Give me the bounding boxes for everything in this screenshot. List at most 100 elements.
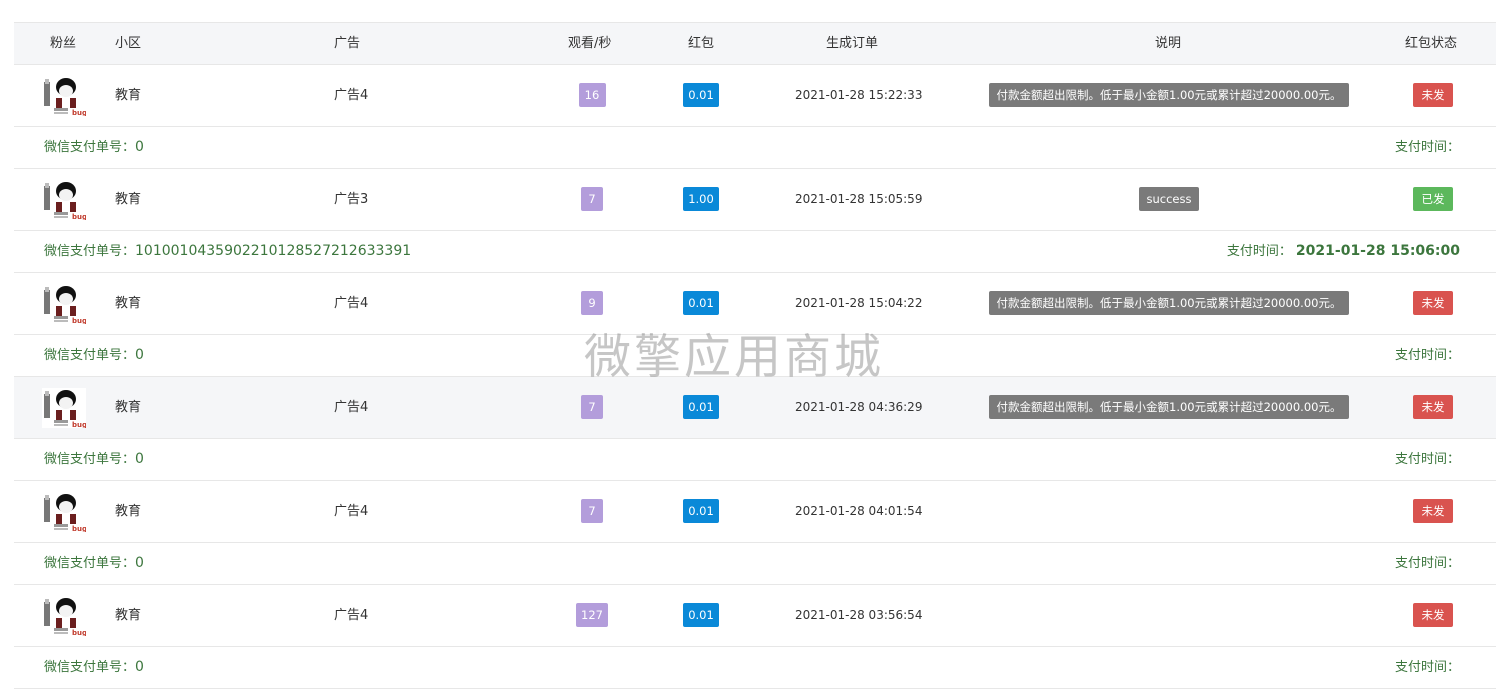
wx-pay-number-value: 1010010435902210128527212633391 xyxy=(135,243,412,259)
table-row: bug 教育 广告4 7 0.01 2021-01-28 04:36:29 付款… xyxy=(14,377,1496,439)
views-badge: 9 xyxy=(581,291,603,315)
red-packet-badge: 0.01 xyxy=(683,395,719,419)
pay-time: 支付时间： 2021-01-28 15:06:00 xyxy=(1227,231,1460,272)
pay-time-label: 支付时间： xyxy=(1394,660,1460,675)
order-time-cell: 2021-01-28 15:04:22 xyxy=(795,296,923,310)
ad-cell: 广告4 xyxy=(334,296,369,311)
ad-cell: 广告3 xyxy=(334,192,369,207)
views-badge: 7 xyxy=(581,187,603,211)
payment-info-row: 微信支付单号：1010010435902210128527212633391 支… xyxy=(14,231,1496,273)
community-cell: 教育 xyxy=(115,192,142,207)
payment-info-row: 微信支付单号：0 支付时间： xyxy=(14,543,1496,585)
avatar[interactable]: bug xyxy=(42,388,87,429)
ad-cell: 广告4 xyxy=(334,88,369,103)
svg-text:bug: bug xyxy=(72,213,86,220)
pay-time: 支付时间： xyxy=(1395,647,1460,688)
table-header: 粉丝 小区 广告 观看/秒 红包 生成订单 说明 红包状态 xyxy=(14,23,1496,65)
svg-text:bug: bug xyxy=(72,317,86,324)
avatar[interactable]: bug xyxy=(42,596,87,637)
status-badge: 未发 xyxy=(1413,83,1453,107)
community-cell: 教育 xyxy=(115,88,142,103)
red-packet-table: 粉丝 小区 广告 观看/秒 红包 生成订单 说明 红包状态 bug 教育 广告4… xyxy=(14,22,1496,689)
pay-time-label: 支付时间： xyxy=(1394,348,1460,363)
table-row: bug 教育 广告3 7 1.00 2021-01-28 15:05:59 su… xyxy=(14,169,1496,231)
order-time-cell: 2021-01-28 03:56:54 xyxy=(795,608,923,622)
wx-pay-number-value: 0 xyxy=(135,555,144,571)
views-badge: 16 xyxy=(578,83,606,107)
col-header-note[interactable]: 说明 xyxy=(1155,23,1181,64)
wx-pay-number: 微信支付单号：0 xyxy=(44,543,144,584)
note-badge: success xyxy=(1138,187,1200,211)
note-badge: 付款金额超出限制。低于最小金额1.00元或累计超过20000.00元。 xyxy=(988,291,1350,315)
ad-cell: 广告4 xyxy=(334,400,369,415)
red-packet-badge: 0.01 xyxy=(683,499,719,523)
status-badge: 未发 xyxy=(1413,395,1453,419)
table-row: bug 教育 广告4 127 0.01 2021-01-28 03:56:54 … xyxy=(14,585,1496,647)
col-header-ad[interactable]: 广告 xyxy=(334,23,360,64)
wx-pay-number: 微信支付单号：0 xyxy=(44,439,144,480)
community-cell: 教育 xyxy=(115,504,142,519)
status-badge: 未发 xyxy=(1413,499,1453,523)
red-packet-badge: 0.01 xyxy=(683,291,719,315)
pay-time: 支付时间： xyxy=(1395,127,1460,168)
pay-time: 支付时间： xyxy=(1395,335,1460,376)
status-badge: 未发 xyxy=(1413,603,1453,627)
red-packet-badge: 0.01 xyxy=(683,603,719,627)
wx-pay-label: 微信支付单号： xyxy=(44,244,136,259)
svg-text:bug: bug xyxy=(72,421,86,428)
views-badge: 127 xyxy=(576,603,608,627)
pay-time-label: 支付时间： xyxy=(1394,556,1460,571)
pay-time-label: 支付时间： xyxy=(1394,140,1460,155)
payment-info-row: 微信支付单号：0 支付时间： xyxy=(14,439,1496,481)
note-badge: 付款金额超出限制。低于最小金额1.00元或累计超过20000.00元。 xyxy=(988,395,1350,419)
avatar[interactable]: bug xyxy=(42,180,87,221)
wx-pay-label: 微信支付单号： xyxy=(44,140,136,155)
avatar[interactable]: bug xyxy=(42,284,87,325)
community-cell: 教育 xyxy=(115,296,142,311)
wx-pay-label: 微信支付单号： xyxy=(44,660,136,675)
ad-cell: 广告4 xyxy=(334,608,369,623)
svg-text:bug: bug xyxy=(72,629,86,636)
order-time-cell: 2021-01-28 04:36:29 xyxy=(795,400,923,414)
views-badge: 7 xyxy=(581,395,603,419)
payment-info-row: 微信支付单号：0 支付时间： xyxy=(14,127,1496,169)
svg-text:bug: bug xyxy=(72,109,86,116)
table-row: bug 教育 广告4 7 0.01 2021-01-28 04:01:54 未发 xyxy=(14,481,1496,543)
table-row: bug 教育 广告4 16 0.01 2021-01-28 15:22:33 付… xyxy=(14,65,1496,127)
avatar[interactable]: bug xyxy=(42,492,87,533)
order-time-cell: 2021-01-28 04:01:54 xyxy=(795,504,923,518)
col-header-views[interactable]: 观看/秒 xyxy=(568,23,611,64)
community-cell: 教育 xyxy=(115,400,142,415)
col-header-order-time[interactable]: 生成订单 xyxy=(826,23,878,64)
pay-time: 支付时间： xyxy=(1395,543,1460,584)
col-header-fans[interactable]: 粉丝 xyxy=(50,23,76,64)
pay-time-value: 2021-01-28 15:06:00 xyxy=(1295,243,1460,259)
pay-time-label: 支付时间： xyxy=(1226,244,1292,259)
wx-pay-number-value: 0 xyxy=(135,139,144,155)
community-cell: 教育 xyxy=(115,608,142,623)
svg-text:bug: bug xyxy=(72,525,86,532)
wx-pay-number: 微信支付单号：0 xyxy=(44,335,144,376)
payment-info-row: 微信支付单号：0 支付时间： xyxy=(14,335,1496,377)
ad-cell: 广告4 xyxy=(334,504,369,519)
col-header-community[interactable]: 小区 xyxy=(115,23,141,64)
wx-pay-label: 微信支付单号： xyxy=(44,348,136,363)
avatar[interactable]: bug xyxy=(42,76,87,117)
pay-time-label: 支付时间： xyxy=(1394,452,1460,467)
wx-pay-label: 微信支付单号： xyxy=(44,452,136,467)
col-header-red-packet[interactable]: 红包 xyxy=(688,23,714,64)
wx-pay-number-value: 0 xyxy=(135,659,144,675)
order-time-cell: 2021-01-28 15:05:59 xyxy=(795,192,923,206)
wx-pay-number: 微信支付单号：0 xyxy=(44,647,144,688)
red-packet-badge: 0.01 xyxy=(683,83,719,107)
payment-info-row: 微信支付单号：0 支付时间： xyxy=(14,647,1496,689)
wx-pay-number-value: 0 xyxy=(135,451,144,467)
pay-time: 支付时间： xyxy=(1395,439,1460,480)
status-badge: 未发 xyxy=(1413,291,1453,315)
wx-pay-number-value: 0 xyxy=(135,347,144,363)
wx-pay-label: 微信支付单号： xyxy=(44,556,136,571)
table-row: bug 教育 广告4 9 0.01 2021-01-28 15:04:22 付款… xyxy=(14,273,1496,335)
red-packet-badge: 1.00 xyxy=(683,187,719,211)
views-badge: 7 xyxy=(581,499,603,523)
col-header-status[interactable]: 红包状态 xyxy=(1405,23,1457,64)
